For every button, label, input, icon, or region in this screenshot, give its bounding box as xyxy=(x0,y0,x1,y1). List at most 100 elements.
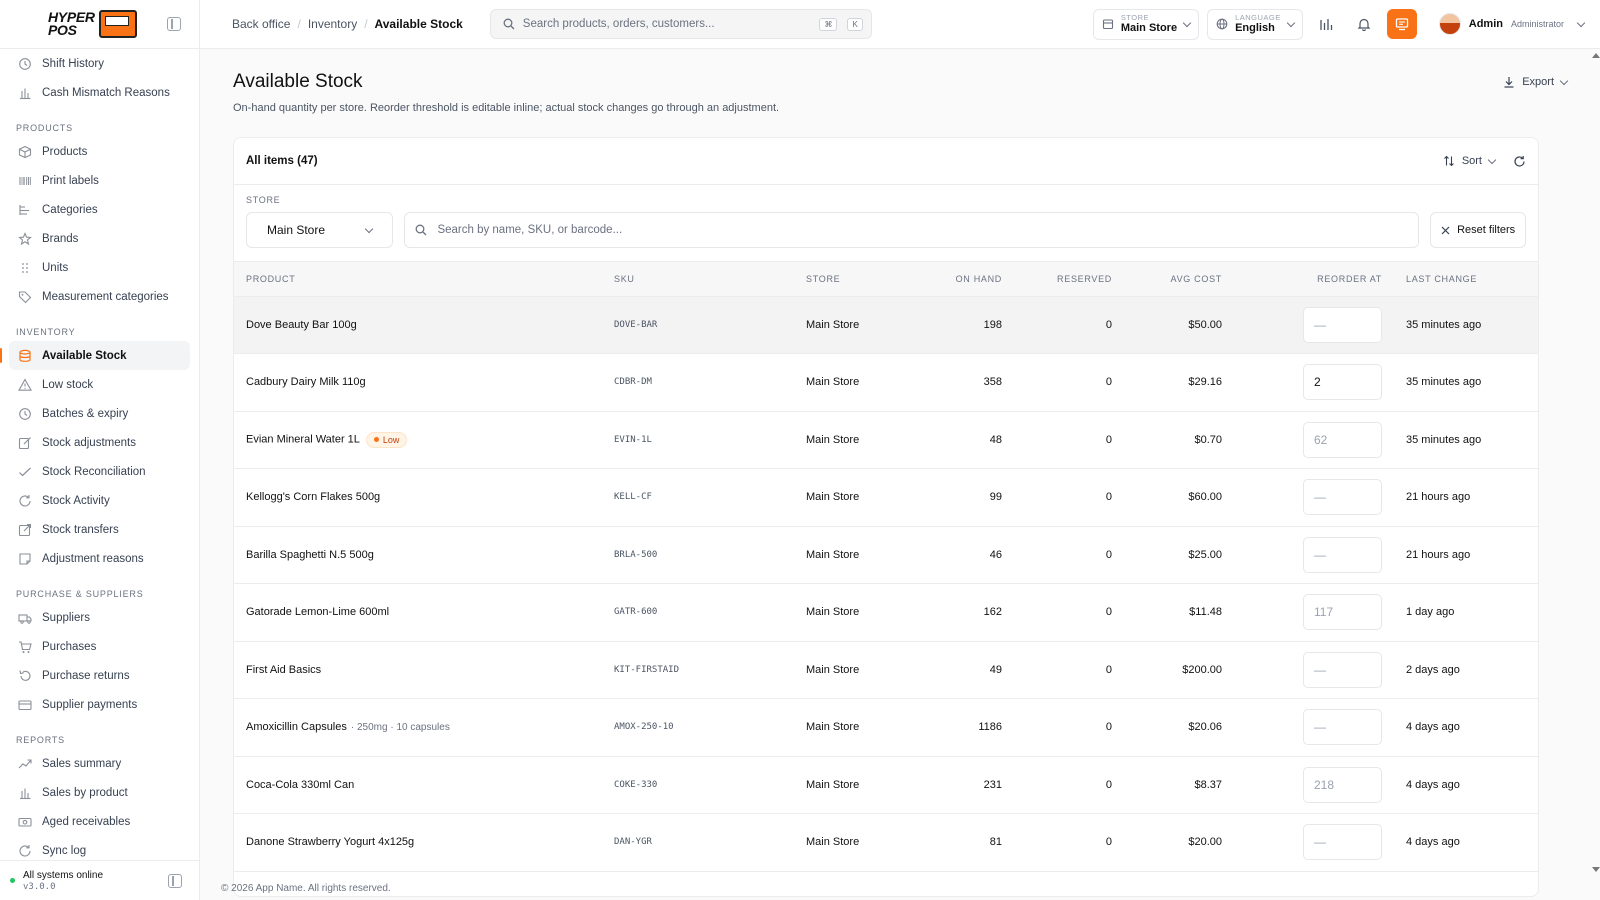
col-sku[interactable]: SKU xyxy=(602,262,794,297)
sidebar-item-label: Stock Reconciliation xyxy=(42,465,146,478)
last-change-cell: 35 minutes ago xyxy=(1394,353,1538,412)
sidebar-item-sales-by-product[interactable]: Sales by product xyxy=(0,778,190,807)
col-last-change[interactable]: LAST CHANGE xyxy=(1394,262,1538,297)
on-hand-cell: 162 xyxy=(904,583,1014,642)
reorder-threshold-input[interactable]: 2 xyxy=(1303,364,1382,401)
card-icon xyxy=(18,698,32,712)
notifications-button[interactable] xyxy=(1349,9,1379,39)
sidebar-item-label: Products xyxy=(42,145,88,158)
sidebar-item-sales-summary[interactable]: Sales summary xyxy=(0,749,190,778)
product-search-input[interactable]: Search by name, SKU, or barcode... xyxy=(404,212,1420,248)
sidebar-collapse-icon[interactable] xyxy=(167,17,181,31)
sidebar-item-stock-activity[interactable]: Stock Activity xyxy=(0,486,190,515)
globe-icon xyxy=(1216,18,1228,30)
sidebar-item-low-stock[interactable]: Low stock xyxy=(0,370,190,399)
col-on-hand[interactable]: ON HAND xyxy=(904,262,1014,297)
grip-icon xyxy=(18,261,32,275)
table-row[interactable]: Coca-Cola 330ml Can COKE-330 Main Store 231… xyxy=(234,756,1538,814)
stock-card: All items (47) Sort STORE Main Store Sea… xyxy=(233,137,1539,897)
table-row[interactable]: Evian Mineral Water 1L Low EVIN-1L Main Sto… xyxy=(234,411,1538,469)
edit-icon xyxy=(18,436,32,450)
page-header: Available Stock On-hand quantity per sto… xyxy=(233,71,1569,114)
col-reorder-at[interactable]: REORDER AT xyxy=(1234,262,1394,297)
store-cell: Main Store xyxy=(794,411,904,469)
scroll-up-icon[interactable] xyxy=(1592,53,1600,58)
pos-terminal-button[interactable] xyxy=(1386,9,1417,39)
col-store[interactable]: STORE xyxy=(794,262,904,297)
sidebar-item-available-stock[interactable]: Available Stock xyxy=(0,341,190,370)
table-row[interactable]: Dove Beauty Bar 100g DOVE-BAR Main Store 19… xyxy=(234,296,1538,354)
reorder-threshold-input[interactable]: 117 xyxy=(1303,594,1382,631)
table-row[interactable]: Cadbury Dairy Milk 110g CDBR-DM Main Store… xyxy=(234,353,1538,412)
cash-icon xyxy=(18,815,32,829)
analytics-button[interactable] xyxy=(1311,9,1341,39)
breadcrumb-inventory[interactable]: Inventory xyxy=(308,17,357,31)
low-stock-label: Low xyxy=(382,434,400,445)
sidebar-item-units[interactable]: Units xyxy=(0,253,190,282)
star-icon xyxy=(18,231,32,246)
sort-button[interactable]: Sort xyxy=(1443,155,1497,167)
language-switcher[interactable]: LANGUAGE English xyxy=(1207,8,1303,40)
reorder-threshold-input[interactable]: — xyxy=(1303,824,1382,861)
table-row[interactable]: Barilla Spaghetti N.5 500g BRLA-500 Main S… xyxy=(234,526,1538,584)
col-reserved[interactable]: RESERVED xyxy=(1014,262,1124,297)
store-filter-select[interactable]: Main Store xyxy=(246,212,394,248)
table-row[interactable]: Amoxicillin Capsules · 250mg · 10 capsule… xyxy=(234,698,1538,757)
reserved-cell: 0 xyxy=(1014,641,1124,699)
sidebar-item-label: Adjustment reasons xyxy=(42,552,144,565)
table-row[interactable]: Danone Strawberry Yogurt 4x125g DAN-YGR Ma… xyxy=(234,813,1538,872)
refresh-icon[interactable] xyxy=(1513,155,1526,168)
export-button[interactable]: Export xyxy=(1503,71,1569,93)
reorder-threshold-input[interactable]: — xyxy=(1303,651,1382,688)
sidebar-item-suppliers[interactable]: Suppliers xyxy=(0,603,190,632)
sidebar-item-measurement-categories[interactable]: Measurement categories xyxy=(0,282,190,311)
sku-cell: GATR-600 xyxy=(602,583,794,642)
reorder-threshold-input[interactable]: — xyxy=(1303,479,1382,516)
sidebar-item-cash-mismatch-reasons[interactable]: Cash Mismatch Reasons xyxy=(0,78,190,107)
sidebar-item-brands[interactable]: Brands xyxy=(0,224,190,253)
sidebar-item-aged-receivables[interactable]: Aged receivables xyxy=(0,807,190,836)
col-product[interactable]: PRODUCT xyxy=(234,262,602,297)
sidebar-item-supplier-payments[interactable]: Supplier payments xyxy=(0,690,190,719)
reorder-threshold-input[interactable]: 218 xyxy=(1303,766,1382,803)
sidebar-item-purchase-returns[interactable]: Purchase returns xyxy=(0,661,190,690)
app-logo[interactable]: HYPER POS xyxy=(48,10,137,38)
table-row[interactable]: Kellogg's Corn Flakes 500g KELL-CF Main St… xyxy=(234,468,1538,527)
logo-bar: HYPER POS xyxy=(0,0,199,49)
reorder-threshold-input[interactable]: — xyxy=(1303,306,1382,343)
scroll-down-icon[interactable] xyxy=(1592,867,1600,872)
last-change-cell: 1 day ago xyxy=(1394,583,1538,642)
reset-filters-button[interactable]: Reset filters xyxy=(1430,212,1526,248)
breadcrumb-separator: / xyxy=(364,17,368,31)
store-cell: Main Store xyxy=(794,641,904,699)
sidebar-item-categories[interactable]: Categories xyxy=(0,195,190,224)
reorder-threshold-input[interactable]: — xyxy=(1303,709,1382,746)
store-cell: Main Store xyxy=(794,468,904,527)
reorder-threshold-input[interactable]: — xyxy=(1303,536,1382,573)
sidebar-item-print-labels[interactable]: Print labels xyxy=(0,166,190,195)
sidebar-item-stock-reconciliation[interactable]: Stock Reconciliation xyxy=(0,457,190,486)
page-scrollbar[interactable] xyxy=(1590,49,1600,872)
sidebar-item-purchases[interactable]: Purchases xyxy=(0,632,190,661)
global-search-input[interactable]: Search products, orders, customers... ⌘ … xyxy=(489,9,872,39)
col-avg-cost[interactable]: AVG COST xyxy=(1124,262,1234,297)
sidebar-section-purchase-and-suppliers: PURCHASE & SUPPLIERS xyxy=(16,589,144,599)
sidebar-item-stock-adjustments[interactable]: Stock adjustments xyxy=(0,428,190,457)
sidebar-item-shift-history[interactable]: Shift History xyxy=(0,49,190,78)
table-row[interactable]: Gatorade Lemon-Lime 600ml GATR-600 Main St… xyxy=(234,583,1538,642)
sidebar-item-batches-and-expiry[interactable]: Batches & expiry xyxy=(0,399,190,428)
sidebar-item-products[interactable]: Products xyxy=(0,137,190,166)
store-switcher[interactable]: STORE Main Store xyxy=(1092,8,1200,40)
sidebar-item-adjustment-reasons[interactable]: Adjustment reasons xyxy=(0,544,190,573)
on-hand-cell: 48 xyxy=(904,411,1014,469)
tag-icon xyxy=(18,290,32,304)
sidebar-item-label: Suppliers xyxy=(42,611,90,624)
panel-toggle-icon[interactable] xyxy=(168,873,182,888)
sidebar-item-stock-transfers[interactable]: Stock transfers xyxy=(0,515,190,544)
reorder-cell: 218 xyxy=(1234,756,1394,814)
reorder-threshold-input[interactable]: 62 xyxy=(1303,421,1382,458)
table-row[interactable]: First Aid Basics KIT-FIRSTAID Main Store 49… xyxy=(234,641,1538,699)
user-menu[interactable]: Admin Administrator xyxy=(1438,13,1586,35)
breadcrumb-back-office[interactable]: Back office xyxy=(232,17,290,31)
sidebar-item-label: Purchase returns xyxy=(42,669,130,682)
